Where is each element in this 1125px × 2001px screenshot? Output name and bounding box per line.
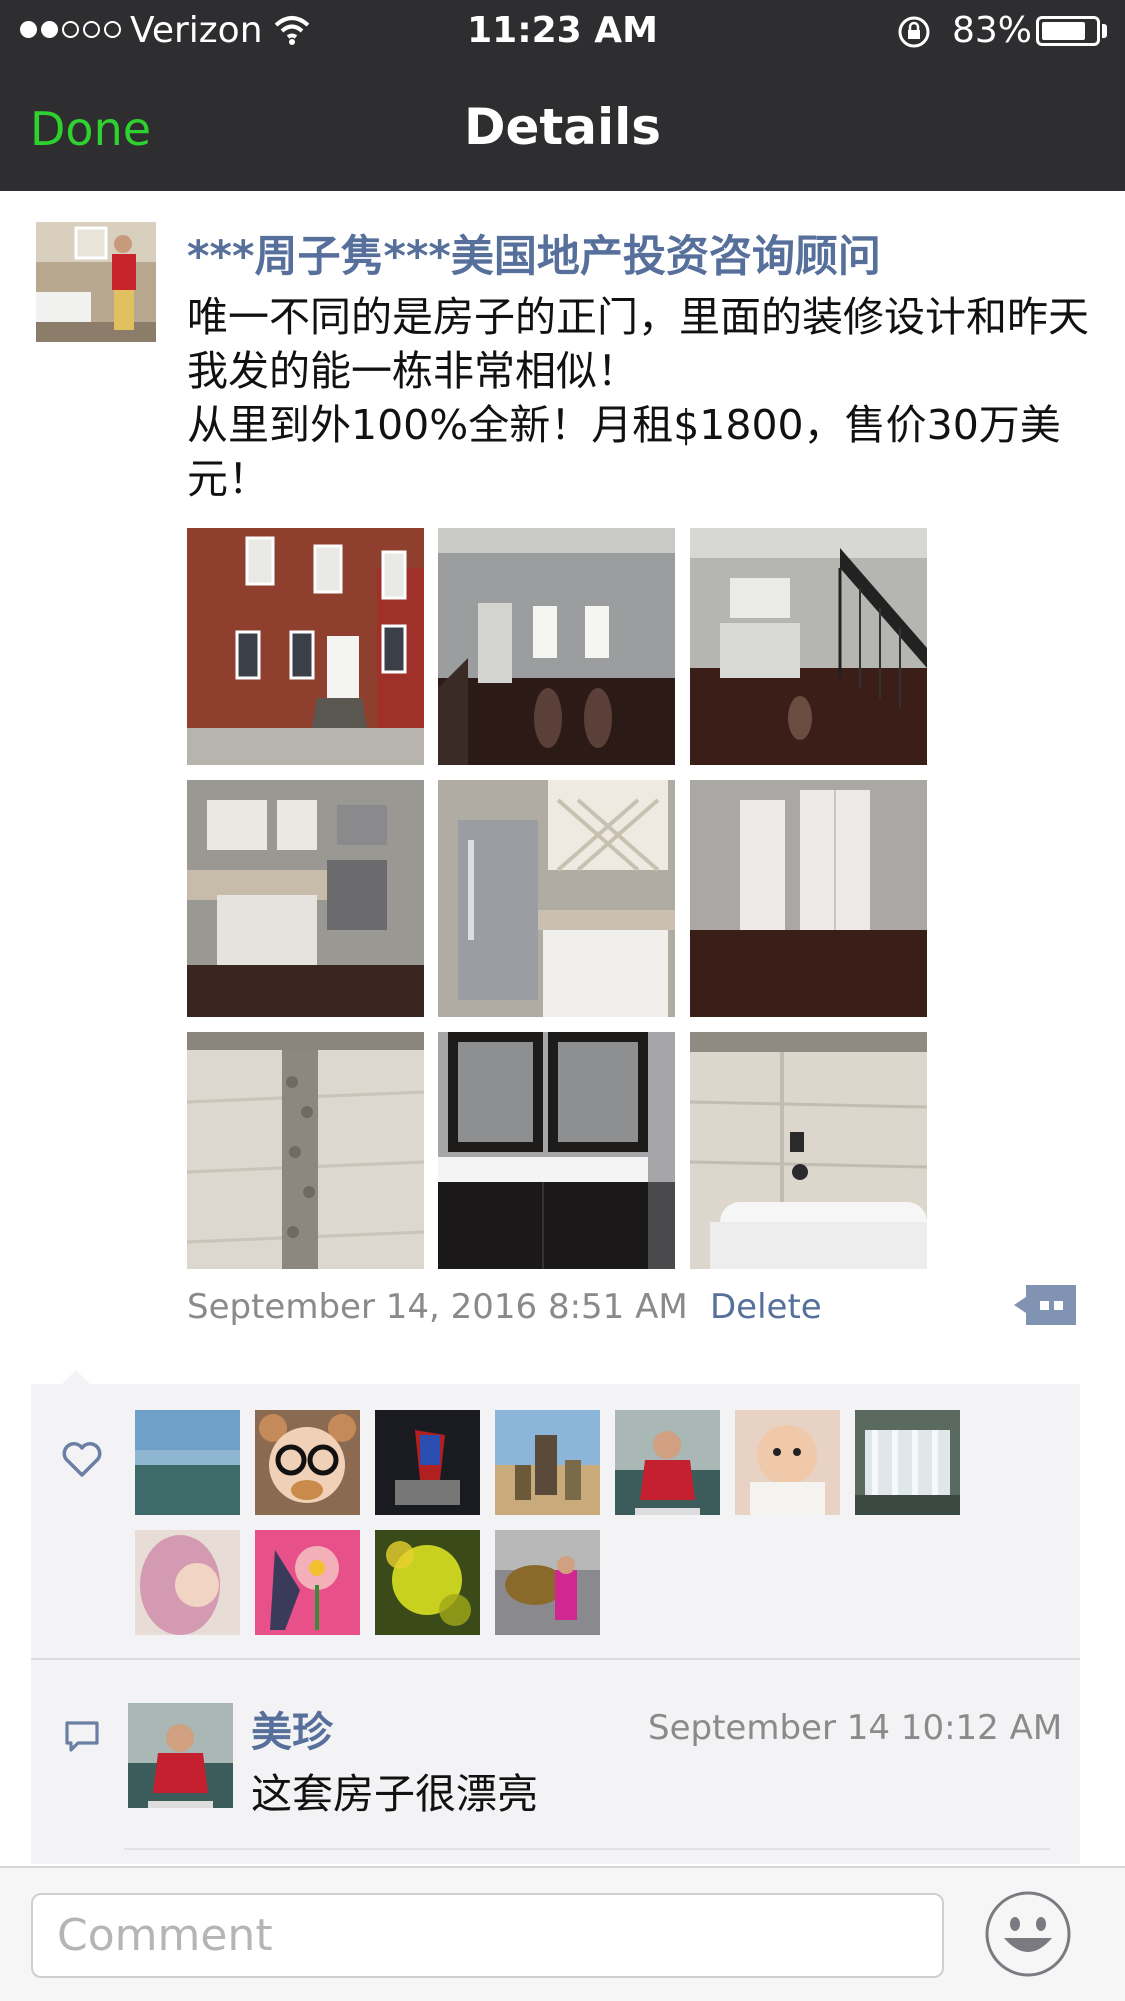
liker-avatar[interactable]	[375, 1410, 480, 1515]
liker-avatar[interactable]	[735, 1410, 840, 1515]
liker-avatar[interactable]	[495, 1410, 600, 1515]
rotation-lock-icon	[898, 16, 930, 48]
top-bar: Verizon 11:23 AM 83% Done Details	[0, 0, 1125, 191]
commenter-avatar[interactable]	[128, 1703, 233, 1808]
battery-percentage: 83%	[952, 10, 1033, 51]
photo-1[interactable]	[187, 528, 424, 765]
nav-bar: Done Details	[0, 62, 1125, 191]
author-avatar[interactable]	[36, 222, 156, 342]
post-timestamp: September 14, 2016 8:51 AM	[187, 1287, 688, 1327]
status-bar: Verizon 11:23 AM 83%	[0, 0, 1125, 62]
panel-divider	[31, 1658, 1080, 1660]
like-heart-icon	[62, 1442, 102, 1477]
emoji-icon[interactable]	[984, 1890, 1072, 1978]
photo-9[interactable]	[690, 1032, 927, 1269]
liker-avatar[interactable]	[375, 1530, 480, 1635]
commenter-name[interactable]: 美珍	[251, 1698, 333, 1758]
photo-8[interactable]	[438, 1032, 675, 1269]
comment-menu-icon[interactable]	[1014, 1285, 1076, 1325]
photo-7[interactable]	[187, 1032, 424, 1269]
comment-timestamp: September 14 10:12 AM	[648, 1708, 1063, 1748]
battery-tip	[1102, 24, 1107, 38]
photo-4[interactable]	[187, 780, 424, 1017]
battery-icon	[1036, 16, 1100, 46]
post-author-name[interactable]: ***周子隽***美国地产投资咨询顾问	[187, 222, 881, 284]
liker-avatar[interactable]	[255, 1530, 360, 1635]
liker-avatar[interactable]	[855, 1410, 960, 1515]
comment-separator	[124, 1848, 1050, 1850]
liker-avatar[interactable]	[495, 1530, 600, 1635]
photo-6[interactable]	[690, 780, 927, 1017]
liker-avatar[interactable]	[135, 1410, 240, 1515]
photo-3[interactable]	[690, 528, 927, 765]
liker-avatar[interactable]	[135, 1530, 240, 1635]
photo-5[interactable]	[438, 780, 675, 1017]
comment-bubble-icon	[65, 1721, 99, 1752]
photo-2[interactable]	[438, 528, 675, 765]
page-title: Details	[463, 98, 662, 156]
liker-avatar[interactable]	[615, 1410, 720, 1515]
delete-button[interactable]: Delete	[710, 1287, 822, 1327]
comment-input[interactable]	[31, 1893, 944, 1978]
comment-text: 这套房子很漂亮	[251, 1770, 538, 1818]
post-text: 唯一不同的是房子的正门，里面的装修设计和昨天我发的能一栋非常相似！ 从里到外10…	[187, 293, 1089, 503]
liker-avatar[interactable]	[255, 1410, 360, 1515]
